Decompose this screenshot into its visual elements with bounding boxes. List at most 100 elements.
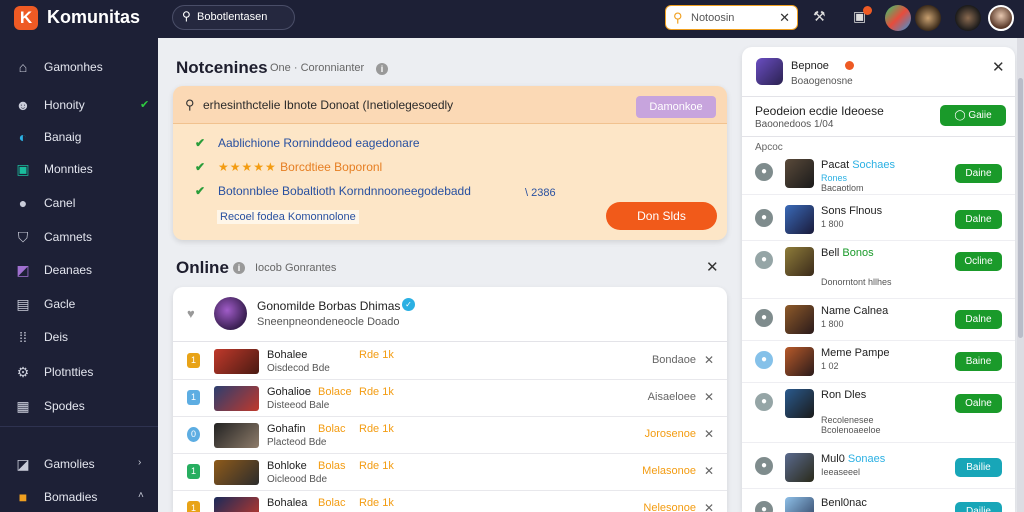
sidebar-item-chat[interactable]: ◐ Banaig (0, 122, 158, 152)
avatar[interactable] (915, 5, 941, 31)
check-icon: ✔ (195, 184, 206, 198)
app-logo-icon[interactable]: K (14, 6, 38, 30)
section-button[interactable]: ◯ Gaiie (940, 105, 1006, 126)
sidebar-item-users[interactable]: ☻ Honoity ✔ (0, 90, 158, 120)
sidebar-item-settings[interactable]: ⚙ Plotntties (0, 357, 158, 387)
join-button[interactable]: Daine (955, 164, 1002, 183)
user-avatar[interactable] (988, 5, 1014, 31)
games-icon[interactable] (885, 5, 911, 31)
chevron-up-icon[interactable]: ˄ (138, 490, 144, 501)
primary-action-button[interactable]: Don Slds (606, 202, 717, 230)
sidebar-item-grid[interactable]: ▣ Monnties (0, 154, 158, 184)
info-icon[interactable]: i (233, 262, 245, 274)
join-button[interactable]: Dalne (955, 210, 1002, 229)
row-score: Rde 1k (359, 349, 394, 361)
notice-line-text: Aablichione Rorninddeod eagedonare (218, 136, 420, 150)
friend-name: Bell (821, 247, 840, 259)
dismiss-icon[interactable]: ✕ (704, 390, 714, 404)
friend-subtitle: 1 800 (821, 319, 844, 329)
verified-icon: ✓ (402, 298, 415, 311)
page-scrollbar[interactable] (1017, 38, 1024, 512)
row-name: Bohalea (267, 497, 308, 509)
friend-subtitle: Rones (821, 173, 848, 183)
sidebar-item-label: Camnets (44, 230, 93, 244)
table-row[interactable]: 0 Gohafin Bolac Rde 1k Placteod Bde Joro… (173, 417, 727, 454)
sidebar-item-label: Deis (44, 330, 69, 344)
game-icon: ● (755, 351, 773, 369)
online-subtitle: Iocob Gonrantes (255, 262, 337, 274)
join-button[interactable]: Oalne (955, 394, 1002, 413)
group-name: Gonomilde Borbas Dhimas (257, 299, 401, 313)
table-row[interactable]: 1 Bohalee Rde 1k Oisdecod Bde Bondaoe ✕ (173, 343, 727, 380)
group-header[interactable]: ♥ Gonomilde Borbas Dhimas ✓ Sneenpneonde… (173, 287, 727, 342)
list-item[interactable]: ● Bell Bonos Donorntont hllhes Ocline (742, 241, 1015, 299)
list-item[interactable]: ● Sons Flnous 1 800 Dalne (742, 199, 1015, 241)
search-icon: ⚲ (673, 10, 683, 25)
avatar (785, 247, 814, 276)
list-item[interactable]: ● Mul0 Sonaes Ieeaseeel Bailie (742, 447, 1015, 489)
game-icon: ● (755, 209, 773, 227)
friend-name: Name Calnea (821, 305, 889, 317)
notice-header-text: erhesinthctelie Ibnote Donoat (Inetioleg… (203, 98, 454, 112)
notice-time: \ 2386 (525, 187, 556, 199)
tools-icon[interactable]: ⚒ (813, 8, 826, 25)
apps-icon: ⁞⁞ (19, 329, 27, 345)
clear-icon[interactable]: ✕ (779, 10, 790, 26)
sidebar-item-channel[interactable]: ● Canel (0, 188, 158, 218)
sidebar-item-label: Gamolies (44, 457, 95, 471)
dismiss-icon[interactable]: ✕ (704, 464, 714, 478)
grid-icon: ▣ (16, 161, 30, 177)
close-icon[interactable]: ✕ (706, 258, 719, 276)
table-row[interactable]: 1 Bohloke Bolas Rde 1k Oicleood Bde Mela… (173, 454, 727, 491)
dismiss-icon[interactable]: ✕ (704, 501, 714, 512)
join-button[interactable]: Dailie (955, 502, 1002, 512)
sidebar-item-apps[interactable]: ⁞⁞ Deis (0, 322, 158, 352)
table-row[interactable]: 1 Gohalioe Bolace Rde 1k Disteeod Bale A… (173, 380, 727, 417)
avatar[interactable] (955, 5, 981, 31)
sidebar-item-security[interactable]: ⛉ Camnets (0, 222, 158, 252)
list-item[interactable]: ● Meme Pampe 1 02 Baine (742, 341, 1015, 383)
chevron-right-icon[interactable]: › (138, 457, 141, 468)
rank-badge: 1 (187, 501, 200, 512)
friend-extra: Bonos (842, 247, 874, 259)
join-button[interactable]: Ocline (955, 252, 1002, 271)
close-icon[interactable]: ✕ (992, 58, 1005, 76)
join-button[interactable]: Dalne (955, 310, 1002, 329)
row-tag: Bolac (318, 497, 346, 509)
friend-name: Mul0 (821, 453, 845, 465)
row-tag: Bolace (318, 386, 352, 398)
friend-extra: Sonaes (847, 453, 886, 465)
sidebar-item-calendar[interactable]: ▤ Gacle (0, 289, 158, 319)
row-status: Nelesonoe (643, 502, 696, 512)
game-icon: ● (755, 501, 773, 512)
section-subtitle: Baoonedoos 1/04 (755, 119, 834, 130)
scrollbar-thumb[interactable] (1018, 78, 1023, 338)
dismiss-icon[interactable]: ✕ (704, 353, 714, 367)
list-item[interactable]: ● Ron Dles Recolenesee Bcolenoaeeloe Oaln… (742, 383, 1015, 443)
dismiss-icon[interactable]: ✕ (704, 427, 714, 441)
join-button[interactable]: Bailie (955, 458, 1002, 477)
status-dot (845, 61, 854, 70)
notice-header: ⚲ erhesinthctelie Ibnote Donoat (Inetiol… (173, 86, 727, 124)
list-item[interactable]: ● Benl0nac Dailie (742, 491, 1015, 512)
list-item[interactable]: ● Pacat Sochaes Rones Bacaotlom Daine (742, 153, 1015, 195)
sidebar-item-gamolies[interactable]: ◪ Gamolies › (0, 449, 158, 479)
avatar (785, 389, 814, 418)
join-button[interactable]: Baine (955, 352, 1002, 371)
sidebar-divider (0, 426, 158, 427)
check-icon: ✔ (140, 99, 150, 111)
sidebar-item-home[interactable]: ⌂ Gamonhes (0, 52, 158, 82)
sidebar-item-list[interactable]: ▦ Spodes (0, 391, 158, 421)
list-item[interactable]: ● Name Calnea 1 800 Dalne (742, 299, 1015, 341)
info-icon[interactable]: i (376, 63, 388, 75)
sidebar-item-bomadies[interactable]: ■ Bomadies ˄ (0, 482, 158, 512)
row-name: Bohloke (267, 460, 307, 472)
sidebar-item-games[interactable]: ◩ Deanaes (0, 255, 158, 285)
chat-icon: ◐ (18, 129, 28, 145)
notice-header-button[interactable]: Damonkoe (636, 96, 716, 118)
global-search[interactable]: ⚲ Bobotlentasen (172, 5, 295, 30)
table-row[interactable]: 1 Bohalea Bolac Rde 1k Nelesonoe ✕ (173, 491, 727, 512)
favorite-icon[interactable]: ♥ (187, 306, 195, 321)
notice-link[interactable]: Recoel fodea Komonnolone (217, 210, 359, 224)
notification-search-input[interactable]: ⚲ Notoosin ✕ (665, 5, 798, 30)
